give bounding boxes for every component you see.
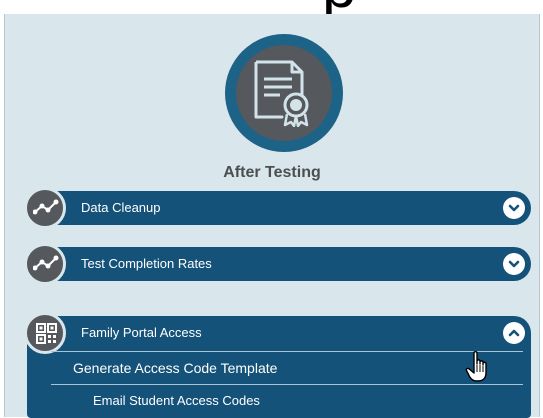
accordion-item-data-cleanup[interactable]: Data Cleanup [24,187,531,229]
certificate-document-icon [254,60,309,127]
header-title-fragment: p [322,0,356,14]
accordion-item-test-completion-rates[interactable]: Test Completion Rates [24,243,531,285]
line-chart-icon [33,255,59,271]
accordion-item-family-portal-access: Family Portal Access Generate Access Cod… [24,312,531,418]
hand-pointer-icon [465,351,487,382]
accordion-icon-badge [24,243,66,285]
expand-toggle-button[interactable] [503,197,525,219]
generate-access-code-template-link[interactable]: Generate Access Code Template [51,353,523,383]
chevron-up-icon [508,329,520,337]
divider [51,384,523,385]
collapse-toggle-button[interactable] [503,322,525,344]
email-student-access-codes-link[interactable]: Email Student Access Codes [51,386,523,416]
accordion-label: Data Cleanup [81,200,161,215]
accordion-label: Family Portal Access [81,325,202,340]
accordion-icon-badge [24,312,66,354]
accordion-header[interactable]: Family Portal Access [24,312,531,354]
line-chart-icon [33,199,59,215]
chevron-down-icon [508,260,520,268]
divider [51,351,523,352]
accordion-icon-badge [24,187,66,229]
page-header-strip: p [0,0,543,14]
expand-toggle-button[interactable] [503,253,525,275]
qr-code-icon [36,323,57,344]
phase-title: After Testing [223,164,321,181]
accordion-label: Test Completion Rates [81,256,212,271]
phase-badge-inner [236,45,332,141]
after-testing-panel: After Testing Data Cleanup Test Completi… [4,14,540,418]
chevron-down-icon [508,204,520,212]
phase-badge [225,34,343,152]
